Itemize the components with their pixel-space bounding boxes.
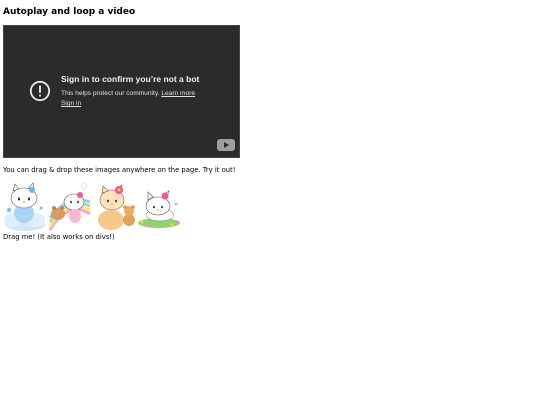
video-error-title: Sign in to confirm you’re not a bot	[61, 74, 200, 84]
video-error-subtitle: This helps protect our community. Learn …	[61, 90, 195, 97]
drag-drop-hint: You can drag & drop these images anywher…	[3, 166, 236, 174]
hello-kitty-grass-image[interactable]	[138, 180, 181, 232]
warning-circle-icon	[29, 80, 51, 102]
draggable-div[interactable]: Drag me! (It also works on divs!)	[3, 233, 115, 241]
video-embed[interactable]: Sign in to confirm you’re not a bot This…	[3, 25, 240, 158]
video-error-subtitle-text: This helps protect our community.	[61, 90, 160, 97]
draggable-images	[3, 180, 181, 232]
page-title: Autoplay and loop a video	[3, 7, 136, 17]
sign-in-link[interactable]: Sign in	[61, 100, 81, 107]
youtube-logo-icon[interactable]	[217, 139, 235, 151]
hello-kitty-rainbow-image[interactable]	[48, 180, 91, 232]
learn-more-link[interactable]: Learn more	[161, 90, 195, 97]
hello-kitty-bear-image[interactable]	[93, 180, 136, 232]
hello-kitty-clouds-image[interactable]	[3, 180, 46, 232]
